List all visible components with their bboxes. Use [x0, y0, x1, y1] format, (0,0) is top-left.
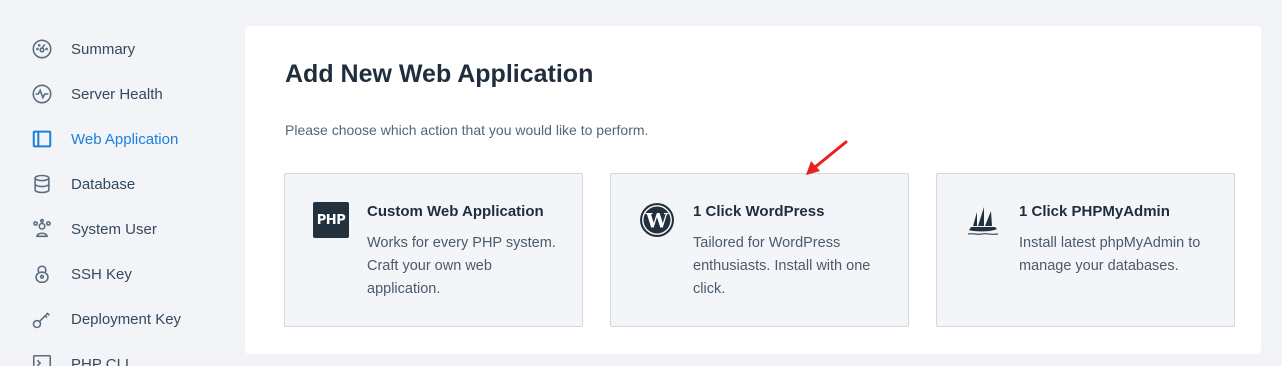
- sidebar-item-php-cli[interactable]: PHP CLI: [30, 352, 129, 366]
- php-badge-text: PHP: [313, 202, 349, 238]
- sidebar-item-label: Server Health: [71, 85, 163, 103]
- pulse-icon: [30, 82, 54, 106]
- card-title: 1 Click WordPress: [693, 203, 825, 220]
- php-icon: PHP: [312, 201, 350, 239]
- wordpress-icon: W: [638, 201, 676, 239]
- svg-text:W: W: [645, 209, 669, 233]
- sidebar-item-label: SSH Key: [71, 265, 132, 283]
- gauge-icon: [30, 37, 54, 61]
- card-description: Works for every PHP system. Craft your o…: [367, 235, 556, 297]
- sidebar: Summary Server Health Web Application Da…: [0, 0, 232, 366]
- database-icon: [30, 172, 54, 196]
- sidebar-item-ssh-key[interactable]: SSH Key: [30, 262, 132, 286]
- page-title: Add New Web Application: [285, 60, 594, 88]
- card-title: Custom Web Application: [367, 203, 544, 220]
- sidebar-item-label: PHP CLI: [71, 355, 130, 366]
- phpmyadmin-card[interactable]: 1 Click PHPMyAdmin Install latest phpMyA…: [936, 173, 1235, 327]
- sidebar-item-label: Database: [71, 175, 136, 193]
- terminal-icon: [30, 352, 54, 366]
- wordpress-card[interactable]: W 1 Click WordPress Tailored for WordPre…: [610, 173, 909, 327]
- sidebar-item-label: System User: [71, 220, 157, 238]
- annotation-arrow-icon: [806, 140, 848, 175]
- sidebar-item-label: Deployment Key: [71, 310, 182, 328]
- sidebar-item-label: Summary: [71, 40, 136, 58]
- card-description: Tailored for WordPress enthusiasts. Inst…: [693, 235, 871, 297]
- card-title: 1 Click PHPMyAdmin: [1019, 203, 1170, 220]
- sidebar-item-database[interactable]: Database: [30, 172, 135, 196]
- users-icon: [30, 217, 54, 241]
- custom-web-application-card[interactable]: PHP Custom Web Application Works for eve…: [284, 173, 583, 327]
- sidebar-item-summary[interactable]: Summary: [30, 37, 135, 61]
- sidebar-item-web-application[interactable]: Web Application: [30, 127, 178, 151]
- sidebar-item-deployment-key[interactable]: Deployment Key: [30, 307, 181, 331]
- key-icon: [30, 307, 54, 331]
- sidebar-item-system-user[interactable]: System User: [30, 217, 157, 241]
- page-subtitle: Please choose which action that you woul…: [285, 122, 649, 138]
- sailboat-icon: [964, 201, 1002, 239]
- main-panel: Add New Web Application Please choose wh…: [245, 26, 1261, 354]
- lock-icon: [30, 262, 54, 286]
- sidebar-item-label: Web Application: [71, 130, 179, 148]
- sidebar-item-server-health[interactable]: Server Health: [30, 82, 163, 106]
- card-description: Install latest phpMyAdmin to manage your…: [1019, 235, 1201, 274]
- window-icon: [30, 127, 54, 151]
